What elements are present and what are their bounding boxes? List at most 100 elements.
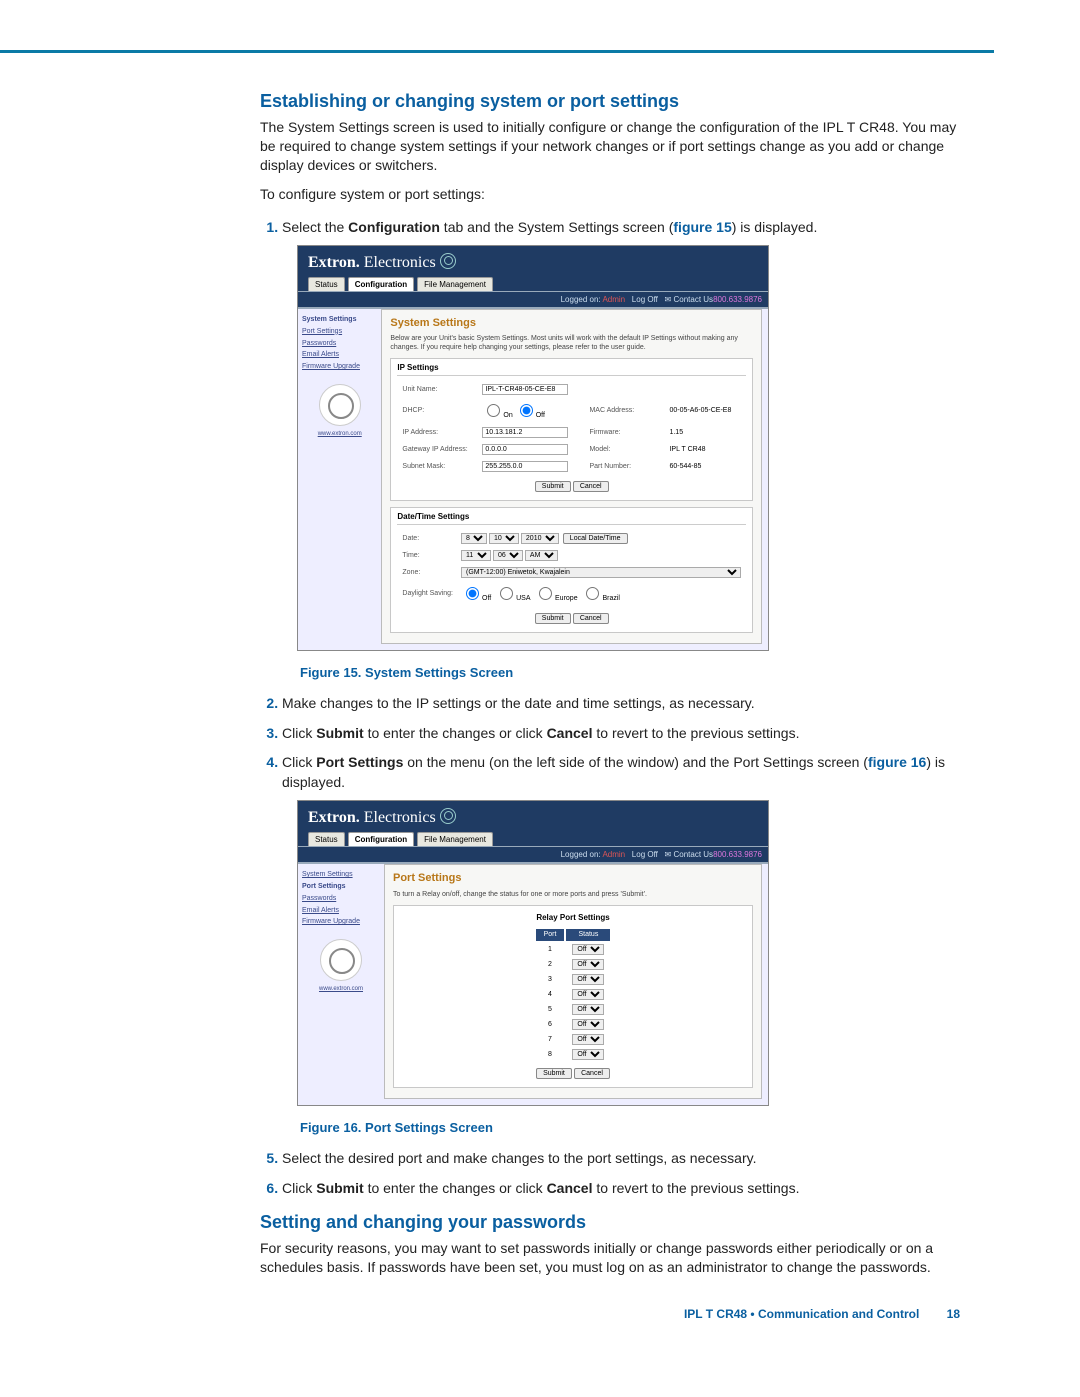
datetime-settings-panel: Date/Time Settings Date: 8 10 2010 Local… <box>390 507 753 633</box>
section-2-paragraph: For security reasons, you may want to se… <box>260 1239 960 1277</box>
figure-15-caption: Figure 15. System Settings Screen <box>300 665 960 680</box>
step-4: Click Port Settings on the menu (on the … <box>282 753 960 1106</box>
section-1-paragraph: The System Settings screen is used to in… <box>260 118 960 175</box>
tab-status[interactable]: Status <box>308 277 345 291</box>
port-5-status-select[interactable]: Off <box>572 1004 604 1015</box>
unit-name-input[interactable] <box>482 384 568 395</box>
dt-submit-button[interactable]: Submit <box>535 613 571 624</box>
port-3-status-select[interactable]: Off <box>572 974 604 985</box>
main-panel: Port Settings To turn a Relay on/off, ch… <box>384 864 762 1099</box>
text: Click <box>282 1180 316 1196</box>
tab-status[interactable]: Status <box>308 832 345 846</box>
brand-word-1: Extron. <box>308 809 360 826</box>
port-8-status-select[interactable]: Off <box>572 1049 604 1060</box>
dt-cancel-button[interactable]: Cancel <box>573 613 609 624</box>
port-submit-button[interactable]: Submit <box>536 1068 572 1079</box>
section-1-lead-in: To configure system or port settings: <box>260 185 960 204</box>
section-heading-2: Setting and changing your passwords <box>260 1212 960 1233</box>
date-label: Date: <box>399 531 456 546</box>
sidebar-item-port-settings[interactable]: Port Settings <box>302 327 377 337</box>
steps-list-cont: Make changes to the IP settings or the d… <box>260 694 960 1106</box>
dhcp-off-radio[interactable] <box>520 404 533 417</box>
brand-word-1: Extron. <box>308 254 360 271</box>
port-7-status-select[interactable]: Off <box>572 1034 604 1045</box>
time-hour-select[interactable]: 11 <box>461 550 491 561</box>
sidebar-item-email-alerts[interactable]: Email Alerts <box>302 906 380 916</box>
col-port: Port <box>536 929 565 941</box>
text: Click <box>282 725 316 741</box>
date-month-select[interactable]: 8 <box>461 533 487 544</box>
log-off-link[interactable]: Log Off <box>632 295 658 304</box>
dhcp-on-radio[interactable] <box>487 404 500 417</box>
footer-page-number: 18 <box>947 1307 960 1321</box>
phone-number: 800.633.9876 <box>713 849 762 860</box>
sidebar-item-system-settings[interactable]: System Settings <box>302 315 377 325</box>
dst-usa-radio[interactable] <box>500 587 513 600</box>
table-row: 2 Off <box>536 958 611 971</box>
text: ) is displayed. <box>732 219 818 235</box>
text: on the menu (on the left side of the win… <box>403 754 868 770</box>
sidebar-item-system-settings[interactable]: System Settings <box>302 870 380 880</box>
brand-globe-icon <box>440 253 456 269</box>
tab-file-management[interactable]: File Management <box>417 277 493 291</box>
sidebar-item-firmware-upgrade[interactable]: Firmware Upgrade <box>302 917 380 927</box>
extron-url-link[interactable]: www.extron.com <box>302 985 380 993</box>
ip-address-label: IP Address: <box>399 425 477 440</box>
sidebar-item-email-alerts[interactable]: Email Alerts <box>302 350 377 360</box>
port-cancel-button[interactable]: Cancel <box>574 1068 610 1079</box>
logged-on-user: Admin <box>602 295 625 304</box>
port-num: 6 <box>536 1018 565 1031</box>
bold-text: Submit <box>316 725 363 741</box>
sidebar-item-passwords[interactable]: Passwords <box>302 339 377 349</box>
steps-list-cont2: Select the desired port and make changes… <box>260 1149 960 1198</box>
sidebar-item-firmware-upgrade[interactable]: Firmware Upgrade <box>302 362 377 372</box>
extron-url-link[interactable]: www.extron.com <box>302 430 377 438</box>
relay-port-panel: Relay Port Settings PortStatus 1 Off 2 Off… <box>393 905 753 1088</box>
port-num: 7 <box>536 1033 565 1046</box>
contact-us-link[interactable]: Contact Us <box>673 295 713 304</box>
date-year-select[interactable]: 2010 <box>521 533 559 544</box>
main-panel: System Settings Below are your Unit's ba… <box>381 309 762 644</box>
contact-us-link[interactable]: Contact Us <box>673 850 713 859</box>
log-off-link[interactable]: Log Off <box>632 850 658 859</box>
port-2-status-select[interactable]: Off <box>572 959 604 970</box>
port-6-status-select[interactable]: Off <box>572 1019 604 1030</box>
relay-table-title: Relay Port Settings <box>400 912 746 923</box>
tab-configuration[interactable]: Configuration <box>348 832 414 846</box>
tab-file-management[interactable]: File Management <box>417 832 493 846</box>
date-day-select[interactable]: 10 <box>489 533 519 544</box>
gateway-input[interactable] <box>482 444 568 455</box>
table-row: 3Off <box>536 973 611 986</box>
steps-list: Select the Configuration tab and the Sys… <box>260 218 960 652</box>
sidebar-item-port-settings[interactable]: Port Settings <box>302 882 380 892</box>
zone-select[interactable]: (GMT-12:00) Eniwetok, Kwajalein <box>461 567 741 578</box>
ip-address-input[interactable] <box>482 427 568 438</box>
dst-br-radio[interactable] <box>586 587 599 600</box>
local-datetime-button[interactable]: Local Date/Time <box>563 533 628 544</box>
time-ampm-select[interactable]: AM <box>525 550 558 561</box>
time-min-select[interactable]: 06 <box>493 550 523 561</box>
dst-eu-label: Europe <box>555 595 578 602</box>
sidebar-item-passwords[interactable]: Passwords <box>302 894 380 904</box>
ip-cancel-button[interactable]: Cancel <box>573 481 609 492</box>
table-row: 6 Off <box>536 1018 611 1031</box>
port-num: 2 <box>536 958 565 971</box>
dst-eu-radio[interactable] <box>539 587 552 600</box>
port-num: 8 <box>536 1048 565 1061</box>
port-num: 1 <box>536 943 565 956</box>
table-row: 7 Off <box>536 1033 611 1046</box>
subnet-input[interactable] <box>482 461 568 472</box>
extron-brand: Extron. Electronics <box>298 801 768 831</box>
phone-number: 800.633.9876 <box>713 294 762 305</box>
port-1-status-select[interactable]: Off <box>572 944 604 955</box>
dst-off-radio[interactable] <box>466 587 479 600</box>
port-4-status-select[interactable]: Off <box>572 989 604 1000</box>
ip-submit-button[interactable]: Submit <box>535 481 571 492</box>
tab-configuration[interactable]: Configuration <box>348 277 414 291</box>
col-status: Status <box>566 929 610 941</box>
figure-16-screenshot: Extron. Electronics Status Configuration… <box>297 800 769 1106</box>
panel-title: Port Settings <box>393 871 753 886</box>
firmware-value: 1.15 <box>666 425 744 440</box>
figure-15-screenshot: Extron. Electronics Status Configuration… <box>297 245 769 651</box>
logged-on-label: Logged on: <box>561 850 603 859</box>
